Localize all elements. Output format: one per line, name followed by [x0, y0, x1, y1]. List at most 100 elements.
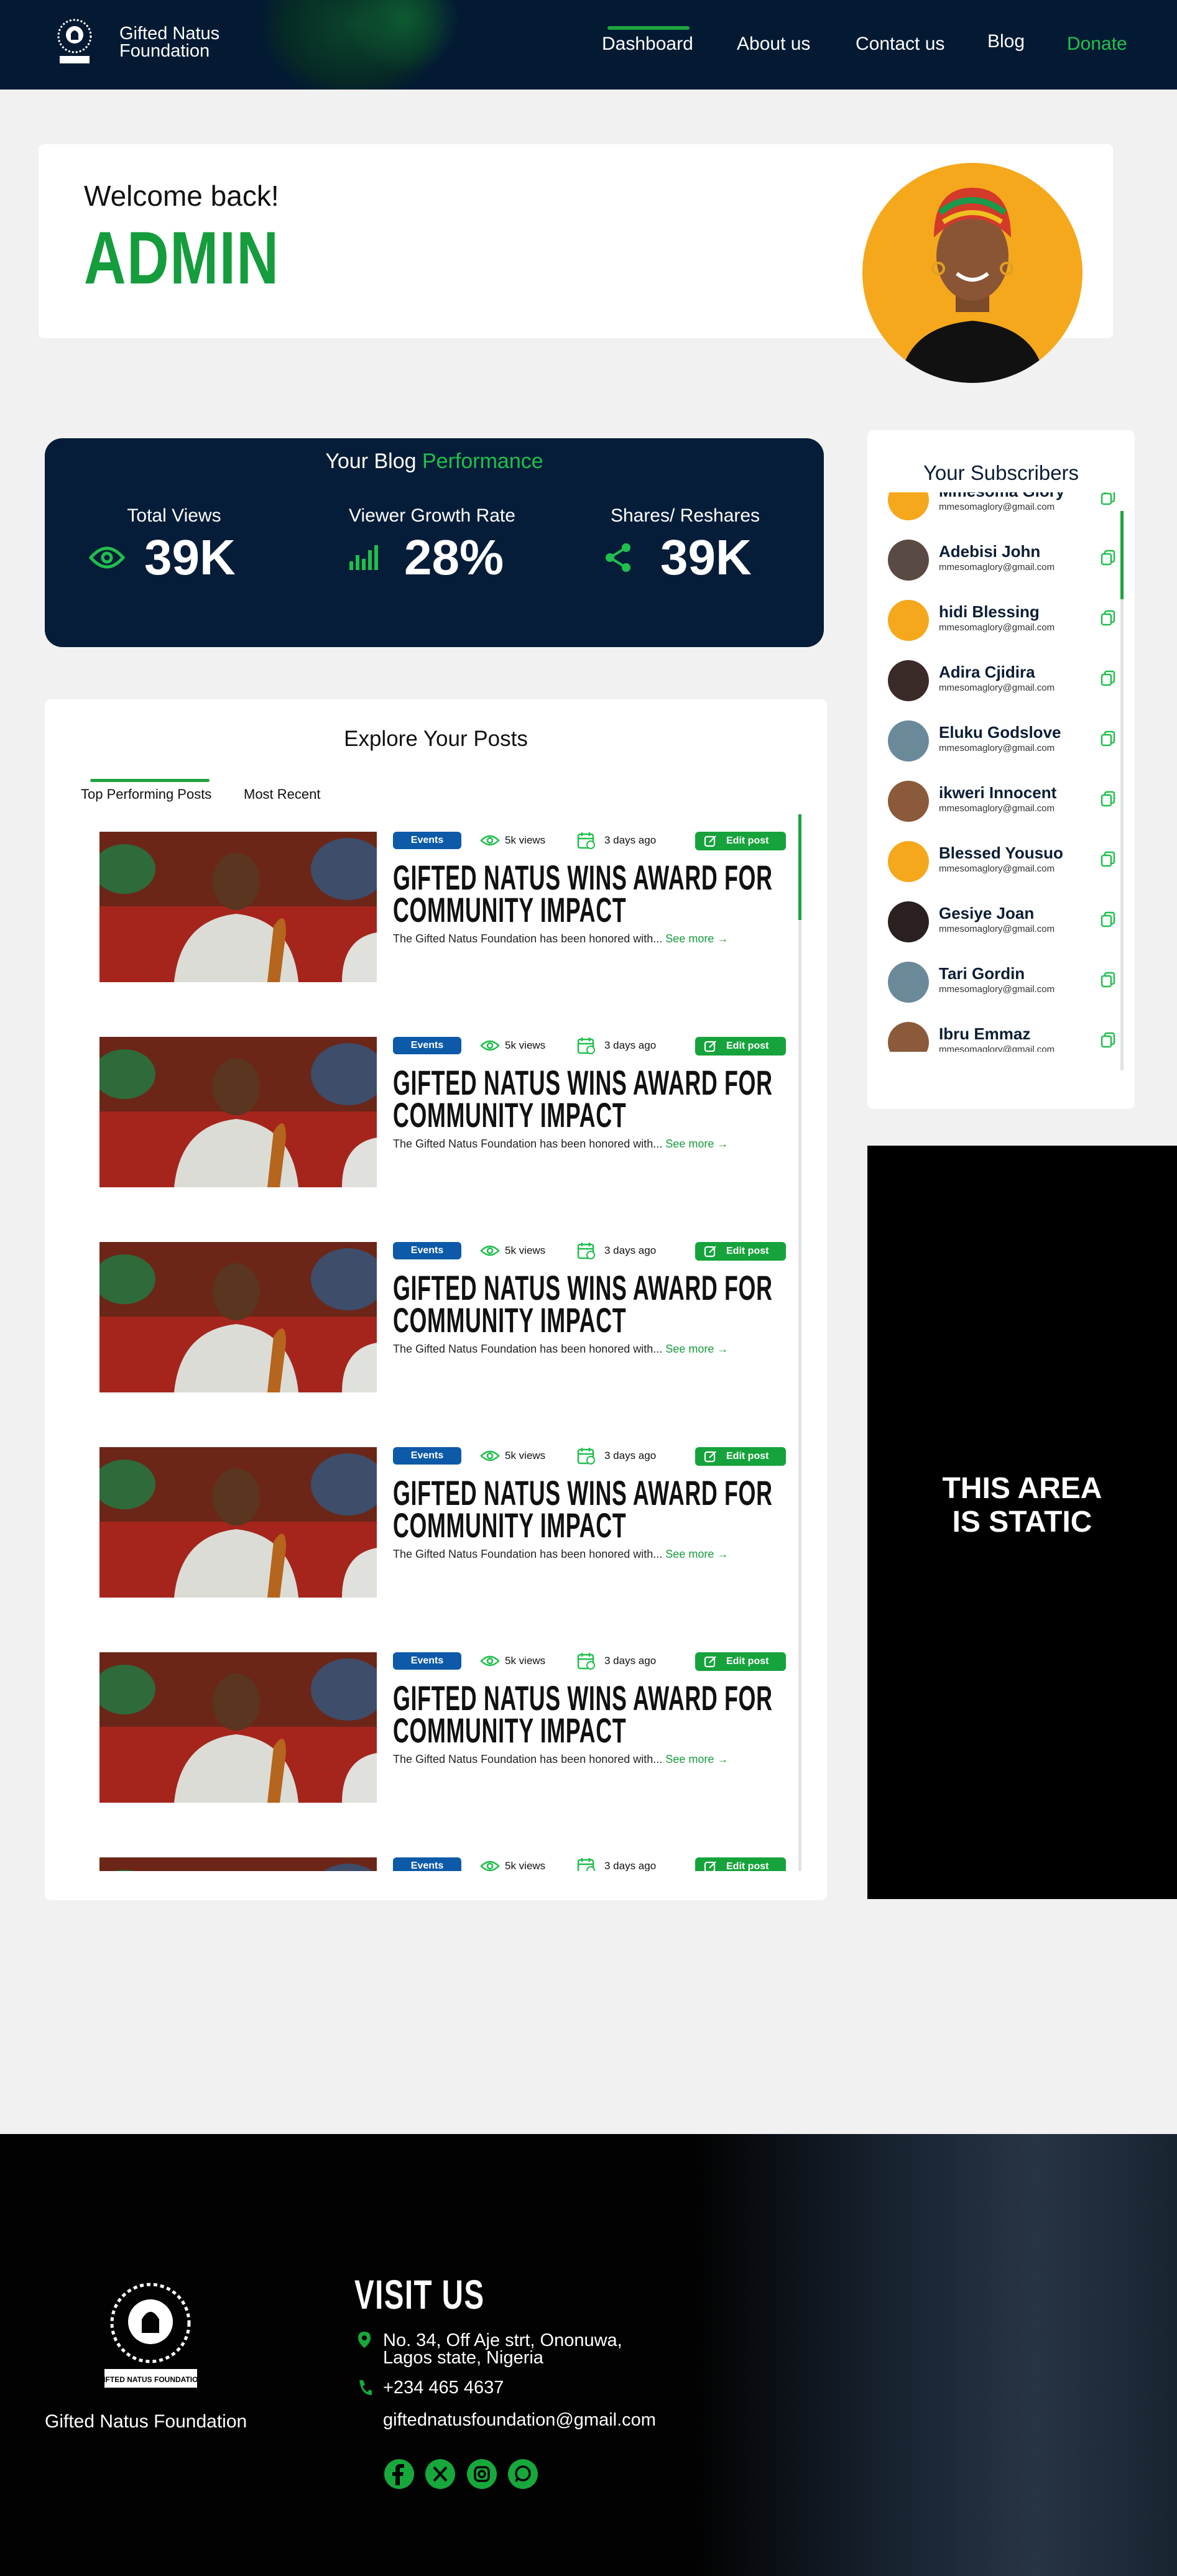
edit-post-button[interactable]: Edit post: [695, 1037, 786, 1056]
see-more-link[interactable]: See more →: [665, 1343, 728, 1355]
address-line-2: Lagos state, Nigeria: [383, 2348, 543, 2368]
share-icon: [606, 543, 630, 572]
posts-list[interactable]: Events 5k views 3 days ago Edit post GIFTED …: [45, 814, 797, 1871]
post-date: 3 days ago: [577, 1652, 656, 1670]
edit-post-label: Edit post: [726, 1246, 769, 1256]
subscribers-scrollbar-thumb[interactable]: [1120, 511, 1124, 599]
site-footer: GIFTED NATUS FOUNDATION Gifted Natus Fou…: [0, 2134, 1177, 2576]
subscriber-item[interactable]: Adebisi John mmesomaglory@gmail.com: [888, 536, 1124, 586]
category-badge[interactable]: Events: [393, 1652, 461, 1670]
see-more-link[interactable]: See more →: [665, 932, 728, 945]
post-views-text: 5k views: [505, 834, 546, 846]
subscriber-item[interactable]: ikweri Innocent mmesomaglory@gmail.com: [888, 777, 1124, 827]
subscriber-email: mmesomaglory@gmail.com: [939, 562, 1055, 573]
footer-phone[interactable]: +234 465 4637: [383, 2379, 504, 2397]
post-card[interactable]: Events5k views3 days agoEdit postGIFTED …: [99, 1430, 796, 1598]
arrow-right-icon: →: [717, 1753, 729, 1765]
copy-icon[interactable]: [1101, 851, 1115, 867]
see-more-link[interactable]: See more →: [665, 1548, 728, 1560]
category-badge[interactable]: Events: [393, 832, 461, 849]
post-card[interactable]: Events5k views3 days agoEdit postGIFTED …: [99, 1635, 796, 1803]
subscriber-item[interactable]: Blessed Yousuo mmesomaglory@gmail.com: [888, 837, 1124, 887]
post-image[interactable]: [99, 1242, 377, 1392]
nav-dashboard[interactable]: Dashboard: [602, 34, 693, 56]
edit-post-button[interactable]: Edit post: [695, 832, 786, 850]
edit-post-button[interactable]: Edit post: [695, 1652, 786, 1671]
posts-scrollbar-thumb[interactable]: [798, 814, 801, 920]
copy-icon[interactable]: [1101, 791, 1115, 807]
post-card[interactable]: Events5k views3 days agoEdit postGIFTED …: [99, 1019, 796, 1187]
footer-email[interactable]: giftednatusfoundation@gmail.com: [383, 2411, 656, 2429]
post-card[interactable]: Events5k views3 days agoEdit postGIFTED …: [99, 1840, 796, 1871]
foundation-logo-icon[interactable]: [52, 16, 97, 67]
post-title[interactable]: GIFTED NATUS WINS AWARD FOR COMMUNITY IMP…: [393, 1473, 791, 1545]
subscriber-item[interactable]: Tari Gordin mmesomaglory@gmail.com: [888, 958, 1124, 1008]
subscriber-item[interactable]: Gesiye Joan mmesomaglory@gmail.com: [888, 898, 1124, 947]
edit-post-label: Edit post: [726, 835, 769, 846]
copy-icon[interactable]: [1101, 670, 1115, 686]
nav-blog[interactable]: Blog: [987, 31, 1025, 53]
post-title[interactable]: GIFTED NATUS WINS AWARD FOR COMMUNITY IMP…: [393, 1065, 791, 1133]
post-title-line-2: COMMUNITY IMPACT: [393, 1506, 627, 1545]
subscriber-name: Adira Cjidira: [939, 663, 1035, 681]
see-more-link[interactable]: See more →: [665, 1753, 728, 1765]
nav-about-us[interactable]: About us: [737, 34, 810, 56]
subscriber-item[interactable]: Adira Cjidira mmesomaglory@gmail.com: [888, 656, 1124, 706]
post-image[interactable]: [99, 1652, 377, 1803]
calendar-icon: [577, 1448, 595, 1465]
copy-icon[interactable]: [1101, 972, 1115, 988]
category-badge[interactable]: Events: [393, 1447, 461, 1465]
subscriber-item[interactable]: hidi Blessing mmesomaglory@gmail.com: [888, 596, 1124, 646]
subscribers-list[interactable]: Mmesoma Glorymmesomaglory@gmail.com Adebi…: [867, 492, 1135, 1052]
instagram-icon[interactable]: [467, 2459, 497, 2489]
site-header: Gifted Natus Foundation Dashboard About …: [0, 0, 1177, 90]
performance-title-prefix: Your Blog: [325, 449, 417, 473]
post-card[interactable]: Events5k views3 days agoEdit postGIFTED …: [99, 1225, 796, 1392]
footer-logo-icon[interactable]: GIFTED NATUS FOUNDATION: [99, 2278, 202, 2396]
whatsapp-icon[interactable]: [508, 2459, 538, 2489]
post-title-line-1: GIFTED NATUS WINS AWARD FOR: [393, 1473, 773, 1512]
nav-donate[interactable]: Donate: [1067, 34, 1127, 56]
static-area: THIS AREA IS STATIC: [867, 1146, 1177, 1899]
edit-icon: [704, 1451, 716, 1463]
post-views-text: 5k views: [505, 1244, 546, 1256]
facebook-icon[interactable]: [384, 2459, 414, 2489]
edit-post-button[interactable]: Edit post: [695, 1857, 786, 1871]
post-image[interactable]: [99, 832, 377, 982]
brand-name[interactable]: Gifted Natus Foundation: [119, 25, 219, 60]
see-more-link[interactable]: See more →: [665, 1138, 728, 1150]
post-title[interactable]: GIFTED NATUS WINS AWARD FOR COMMUNITY IMP…: [393, 1268, 791, 1338]
post-image[interactable]: [99, 1037, 377, 1187]
x-icon[interactable]: [425, 2459, 455, 2489]
copy-icon[interactable]: [1101, 730, 1115, 747]
subscriber-item[interactable]: Eluku Godslove mmesomaglory@gmail.com: [888, 717, 1124, 766]
post-title[interactable]: GIFTED NATUS WINS AWARD FOR COMMUNITY IMP…: [393, 1681, 791, 1748]
post-image[interactable]: [99, 1857, 377, 1871]
see-more-label: See more: [665, 1548, 714, 1560]
nav-contact-us[interactable]: Contact us: [856, 34, 944, 56]
copy-icon[interactable]: [1101, 1032, 1115, 1048]
category-badge[interactable]: Events: [393, 1857, 461, 1871]
post-image[interactable]: [99, 1447, 377, 1598]
category-badge[interactable]: Events: [393, 1037, 461, 1054]
subscriber-item[interactable]: Ibru Emmaz mmesomaglory@gmail.com: [888, 1018, 1124, 1052]
post-excerpt-text: The Gifted Natus Foundation has been hon…: [393, 932, 663, 945]
category-badge[interactable]: Events: [393, 1242, 461, 1259]
post-card[interactable]: Events 5k views 3 days ago Edit post GIFTED …: [99, 814, 796, 982]
copy-icon[interactable]: [1101, 911, 1115, 927]
posts-scrollbar[interactable]: [798, 814, 801, 1871]
post-title-line-1: GIFTED NATUS WINS AWARD FOR: [393, 1268, 773, 1307]
tab-top-performing[interactable]: Top Performing Posts: [81, 786, 211, 803]
edit-post-button[interactable]: Edit post: [695, 1447, 786, 1466]
copy-icon[interactable]: [1101, 550, 1115, 566]
admin-avatar[interactable]: [862, 163, 1082, 383]
copy-icon[interactable]: [1101, 492, 1115, 505]
calendar-icon: [577, 832, 595, 849]
edit-post-button[interactable]: Edit post: [695, 1242, 786, 1261]
tab-most-recent[interactable]: Most Recent: [244, 786, 321, 803]
subscriber-item[interactable]: Mmesoma Glorymmesomaglory@gmail.com: [888, 492, 1124, 525]
post-title[interactable]: GIFTED NATUS WINS AWARD FOR COMMUNITY IMP…: [393, 860, 791, 927]
bar-chart-icon: [349, 545, 378, 570]
copy-icon[interactable]: [1101, 610, 1115, 626]
post-date: 3 days ago: [577, 832, 656, 849]
